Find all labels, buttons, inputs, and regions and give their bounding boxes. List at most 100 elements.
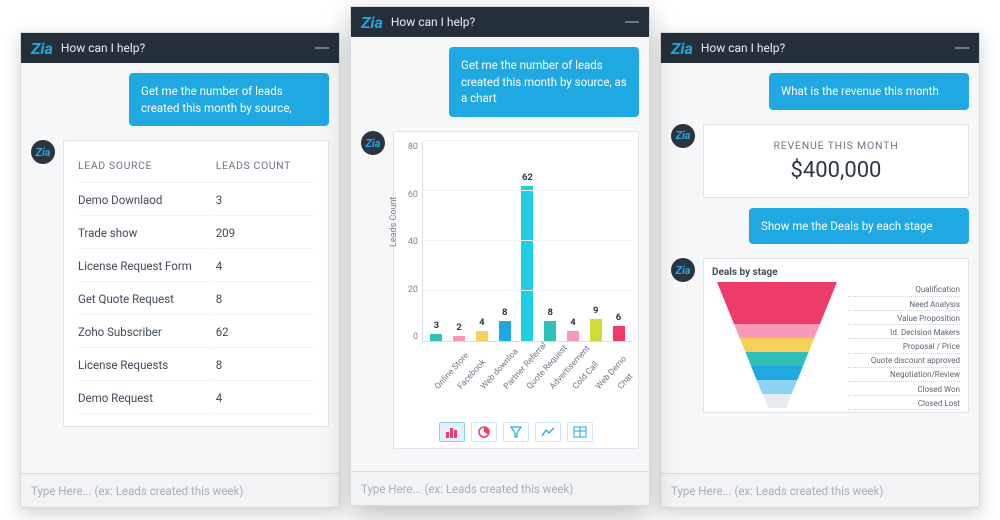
bar-value-label: 8 (547, 307, 552, 318)
funnel-segment[interactable] (751, 366, 803, 380)
funnel-segment[interactable] (757, 380, 798, 394)
funnel-stage-label: Negotiation/Review (848, 369, 960, 382)
bar-value-label: 6 (616, 312, 621, 323)
cell-source: License Requests (78, 350, 214, 381)
ai-response-row: Zia Deals by stage Qualification Need Ana… (671, 258, 969, 413)
cell-source: Trade show (78, 218, 214, 249)
bar[interactable]: 62 (521, 186, 533, 341)
chat-input[interactable]: Type Here... (ex: Leads created this wee… (661, 473, 979, 507)
funnel-stage-labels: QualificationNeed AnalysisValue Proposit… (848, 282, 960, 412)
minimize-icon[interactable] (625, 21, 639, 23)
y-tick: 20 (400, 285, 418, 295)
funnel-segment[interactable] (728, 310, 825, 324)
funnel-stage-label: Closed Lost (848, 398, 960, 411)
bar-value-label: 62 (522, 172, 533, 183)
funnel-stage-label: Need Analysis (848, 299, 960, 312)
bar[interactable]: 9 (590, 319, 602, 342)
funnel-segment[interactable] (740, 338, 815, 352)
cell-count: 4 (216, 383, 314, 414)
chat-input[interactable]: Type Here... (ex: Leads created this wee… (21, 473, 339, 507)
bar-value-label: 2 (456, 322, 461, 333)
zia-logo: Zia (31, 39, 53, 58)
titlebar: Zia How can I help? (661, 33, 979, 63)
bar-value-label: 4 (479, 317, 484, 328)
funnel-stage-label: Closed Won (848, 384, 960, 397)
user-message: Show me the Deals by each stage (749, 208, 969, 245)
y-tick: 40 (400, 237, 418, 247)
funnel-stage-label: Proposal / Price (848, 341, 960, 354)
ai-response-row: Zia REVENUE THIS MONTH $400,000 (671, 124, 969, 198)
cell-count: 209 (216, 218, 314, 249)
kpi-value: $400,000 (714, 158, 958, 183)
bar[interactable]: 8 (544, 321, 556, 341)
bar-chart-icon[interactable] (439, 422, 465, 442)
cell-source: License Request Form (78, 251, 214, 282)
funnel-stage-label: Qualification (848, 284, 960, 297)
bar[interactable]: 4 (476, 331, 488, 341)
y-tick: 80 (400, 142, 418, 152)
user-message: What is the revenue this month (769, 73, 969, 110)
title-text: How can I help? (391, 15, 617, 29)
zia-logo: Zia (671, 39, 693, 58)
titlebar: Zia How can I help? (21, 33, 339, 63)
chart-card: Leads Count 806040200 3248628496 Online … (393, 131, 639, 449)
table-row: Demo Request4 (78, 383, 314, 414)
cell-count: 62 (216, 317, 314, 348)
funnel-segment[interactable] (734, 324, 820, 338)
bar[interactable]: 6 (613, 326, 625, 341)
cell-count: 3 (216, 185, 314, 216)
ai-response-row: Zia LEAD SOURCE LEADS COUNT Demo Downlao… (31, 140, 329, 427)
bar[interactable]: 3 (430, 334, 442, 342)
cell-count: 4 (216, 251, 314, 282)
x-axis-labels: Online StoreFacebookWeb downloaPartner R… (400, 372, 632, 418)
table-row: Get Quote Request8 (78, 284, 314, 315)
zia-avatar-icon: Zia (31, 140, 55, 164)
chat-body: What is the revenue this month Zia REVEN… (661, 63, 979, 473)
y-tick: 60 (400, 190, 418, 200)
chat-panel-table: Zia How can I help? Get me the number of… (20, 32, 340, 508)
plot-area: 3248628496 (422, 142, 632, 342)
minimize-icon[interactable] (315, 47, 329, 49)
user-message: Get me the number of leads created this … (129, 73, 329, 126)
zia-avatar-icon: Zia (671, 124, 695, 148)
bar[interactable]: 2 (453, 336, 465, 341)
bar-value-label: 9 (593, 305, 598, 316)
funnel-stage-label: Id. Decision Makers (848, 327, 960, 340)
funnel-segment[interactable] (723, 296, 832, 310)
line-chart-icon[interactable] (535, 422, 561, 442)
table-chart-icon[interactable] (567, 422, 593, 442)
bar-value-label: 4 (570, 317, 575, 328)
lead-source-table: LEAD SOURCE LEADS COUNT Demo Downlaod3Tr… (76, 151, 316, 416)
funnel-segment[interactable] (717, 282, 837, 296)
funnel-card: Deals by stage Qualification Need Analysi… (703, 258, 969, 413)
cell-source: Zoho Subscriber (78, 317, 214, 348)
table-row: License Requests8 (78, 350, 314, 381)
funnel-segment[interactable] (762, 394, 791, 408)
chat-input[interactable]: Type Here... (ex: Leads created this wee… (351, 471, 649, 505)
table-row: Trade show209 (78, 218, 314, 249)
user-message: Get me the number of leads created this … (449, 47, 639, 117)
cell-count: 8 (216, 350, 314, 381)
table-row: Demo Downlaod3 (78, 185, 314, 216)
kpi-label: REVENUE THIS MONTH (714, 139, 958, 152)
minimize-icon[interactable] (955, 47, 969, 49)
y-axis: 806040200 (400, 142, 422, 342)
y-axis-label: Leads Count (389, 197, 399, 247)
cell-source: Demo Downlaod (78, 185, 214, 216)
chat-body: Get me the number of leads created this … (21, 63, 339, 473)
pie-chart-icon[interactable] (471, 422, 497, 442)
titlebar: Zia How can I help? (351, 7, 649, 37)
zia-avatar-icon: Zia (361, 131, 385, 155)
zia-avatar-icon: Zia (671, 258, 695, 282)
funnel-segment[interactable] (745, 352, 808, 366)
bar[interactable]: 4 (567, 331, 579, 341)
table-card: LEAD SOURCE LEADS COUNT Demo Downlaod3Tr… (63, 140, 329, 427)
funnel-chart-icon[interactable] (503, 422, 529, 442)
kpi-card: REVENUE THIS MONTH $400,000 (703, 124, 969, 198)
funnel-title: Deals by stage (712, 267, 960, 278)
chat-panel-chart: Zia How can I help? Get me the number of… (350, 6, 650, 506)
bar[interactable]: 8 (499, 321, 511, 341)
cell-source: Get Quote Request (78, 284, 214, 315)
funnel-stage-label: Quote discount approved (848, 355, 960, 368)
table-row: Zoho Subscriber62 (78, 317, 314, 348)
